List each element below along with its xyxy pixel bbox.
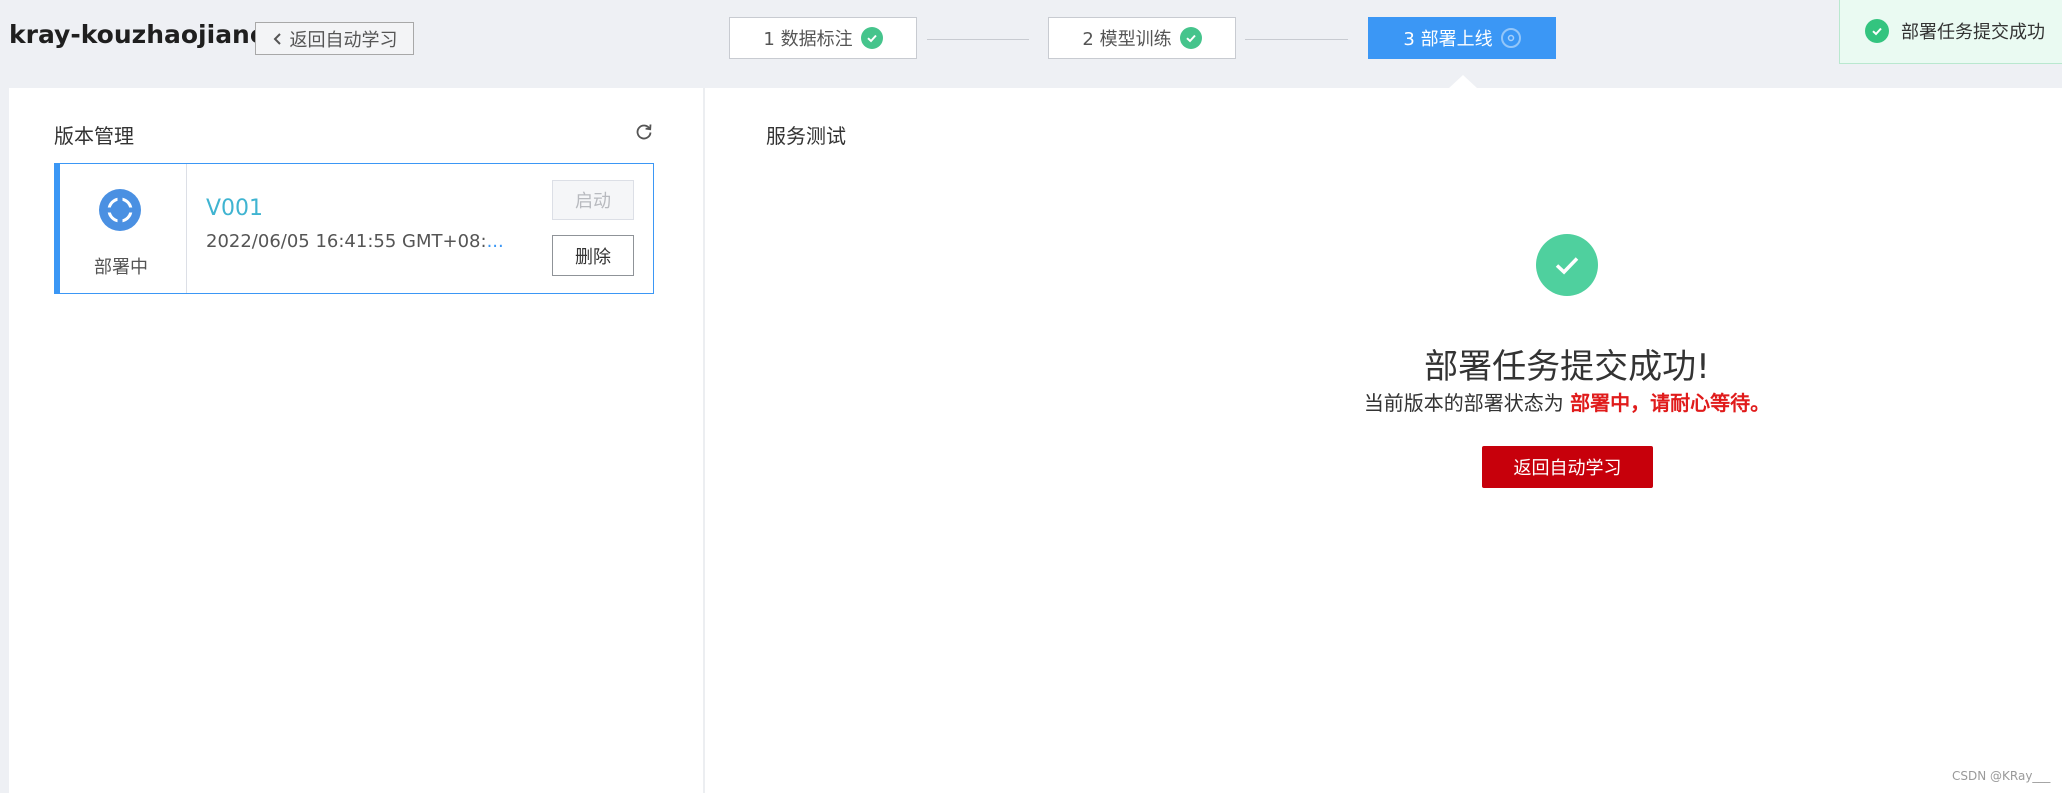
step-connector xyxy=(1245,39,1348,40)
step-data-labeling[interactable]: 1 数据标注 xyxy=(729,17,917,59)
delete-button[interactable]: 删除 xyxy=(552,235,634,276)
deploy-status-highlight: 部署中，请耐心等待。 xyxy=(1570,391,1771,415)
watermark: CSDN @KRay___ xyxy=(1952,769,2051,783)
version-timestamp: 2022/06/05 16:41:55 GMT+08:... xyxy=(206,231,504,252)
version-name[interactable]: V001 xyxy=(206,196,263,221)
gear-circle-icon xyxy=(1500,28,1521,48)
step-label: 1 数据标注 xyxy=(763,29,853,50)
success-title: 部署任务提交成功! xyxy=(1424,347,1710,387)
back-to-autolearning-button[interactable]: 返回自动学习 xyxy=(255,22,414,55)
app-title: kray-kouzhaojiance xyxy=(9,20,282,49)
toast-message: 部署任务提交成功 xyxy=(1901,22,2045,43)
version-card-accent xyxy=(55,164,60,293)
step-label: 3 部署上线 xyxy=(1403,29,1493,50)
version-card-separator xyxy=(186,164,187,293)
step-connector xyxy=(927,39,1029,40)
active-step-pointer xyxy=(1449,75,1477,88)
back-button-label: 返回自动学习 xyxy=(289,29,398,51)
check-circle-icon xyxy=(1179,27,1202,49)
service-test-title: 服务测试 xyxy=(766,124,846,148)
check-circle-icon xyxy=(860,27,883,49)
service-test-panel xyxy=(705,88,2062,793)
return-to-autolearning-button[interactable]: 返回自动学习 xyxy=(1482,446,1653,488)
step-deploy-online[interactable]: 3 部署上线 xyxy=(1368,17,1556,59)
version-management-title: 版本管理 xyxy=(54,124,134,148)
panel-divider xyxy=(703,88,705,793)
success-check-icon xyxy=(1536,234,1598,296)
success-description: 当前版本的部署状态为 部署中，请耐心等待。 xyxy=(1200,387,1934,416)
deploy-status-label: 部署中 xyxy=(94,257,148,278)
step-label: 2 模型训练 xyxy=(1082,29,1172,50)
start-button[interactable]: 启动 xyxy=(552,180,634,220)
version-timestamp-text: 2022/06/05 16:41:55 GMT+08: xyxy=(206,231,487,252)
success-description-text: 当前版本的部署状态为 xyxy=(1363,391,1571,415)
success-toast: 部署任务提交成功 xyxy=(1839,0,2062,64)
check-circle-icon xyxy=(1865,19,1889,43)
refresh-icon[interactable] xyxy=(634,122,654,142)
chevron-left-icon xyxy=(273,32,281,45)
deploying-icon xyxy=(99,189,141,231)
timestamp-ellipsis: ... xyxy=(486,231,504,252)
step-model-training[interactable]: 2 模型训练 xyxy=(1048,17,1236,59)
